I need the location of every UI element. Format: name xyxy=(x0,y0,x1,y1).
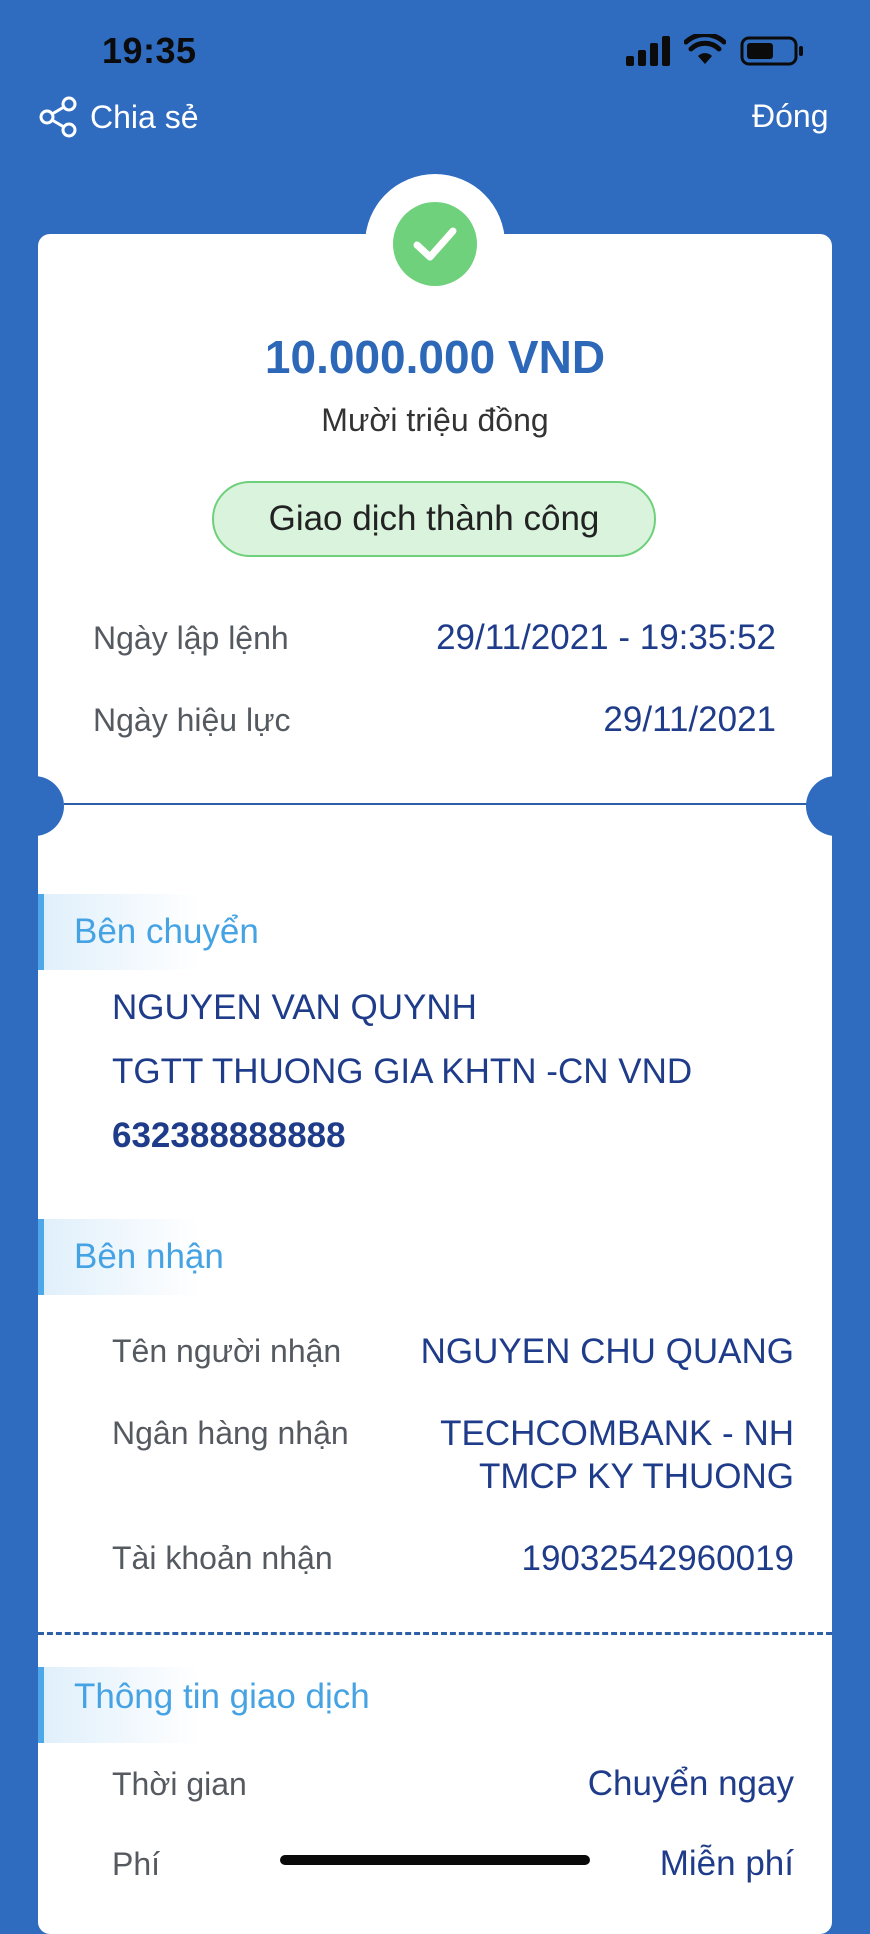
receiver-bank-value-line2: TMCP KY THUONG xyxy=(478,1457,794,1496)
divider xyxy=(64,803,808,805)
share-icon xyxy=(39,96,77,138)
sender-account-type: TGTT THUONG GIA KHTN -CN VND xyxy=(112,1052,693,1091)
transfer-time-value: Chuyển ngay xyxy=(587,1764,794,1803)
share-label: Chia sẻ xyxy=(90,98,199,135)
receiver-name-label: Tên người nhận xyxy=(112,1333,342,1369)
section-accent xyxy=(38,1219,44,1295)
share-button[interactable]: Chia sẻ xyxy=(38,96,199,138)
home-indicator xyxy=(280,1855,590,1865)
success-badge xyxy=(393,202,477,286)
check-icon xyxy=(413,227,457,261)
receiver-section-title: Bên nhận xyxy=(74,1237,224,1276)
created-date-value: 29/11/2021 - 19:35:52 xyxy=(436,618,776,657)
close-button[interactable]: Đóng xyxy=(752,98,829,135)
receiver-account-label: Tài khoản nhận xyxy=(112,1540,333,1576)
sender-section-title: Bên chuyển xyxy=(74,912,259,951)
battery-icon xyxy=(740,36,803,66)
receiver-bank-label: Ngân hàng nhận xyxy=(112,1415,349,1451)
status-badge: Giao dịch thành công xyxy=(212,481,656,557)
amount-in-words: Mười triệu đồng xyxy=(321,402,549,438)
fee-value: Miễn phí xyxy=(659,1844,794,1883)
transfer-time-label: Thời gian xyxy=(112,1766,247,1802)
section-divider xyxy=(38,1632,832,1635)
right-notch xyxy=(806,776,866,836)
left-notch xyxy=(4,776,64,836)
wifi-icon xyxy=(684,34,726,64)
transfer-amount: 10.000.000 VND xyxy=(264,331,606,383)
sender-account-number: 632388888888 xyxy=(112,1116,346,1155)
transaction-info-title: Thông tin giao dịch xyxy=(74,1677,370,1716)
receiver-account-value: 19032542960019 xyxy=(521,1539,794,1578)
receiver-bank-value-line1: TECHCOMBANK - NH xyxy=(440,1414,794,1453)
effective-date-label: Ngày hiệu lực xyxy=(93,702,291,738)
section-accent xyxy=(38,894,44,970)
sender-name: NGUYEN VAN QUYNH xyxy=(112,988,477,1027)
receiver-name-value: NGUYEN CHU QUANG xyxy=(420,1332,794,1371)
section-accent xyxy=(38,1667,44,1743)
effective-date-value: 29/11/2021 xyxy=(603,700,776,739)
signal-icon xyxy=(626,36,670,66)
status-time: 19:35 xyxy=(102,30,197,71)
created-date-label: Ngày lập lệnh xyxy=(93,620,289,656)
fee-label: Phí xyxy=(112,1846,161,1882)
